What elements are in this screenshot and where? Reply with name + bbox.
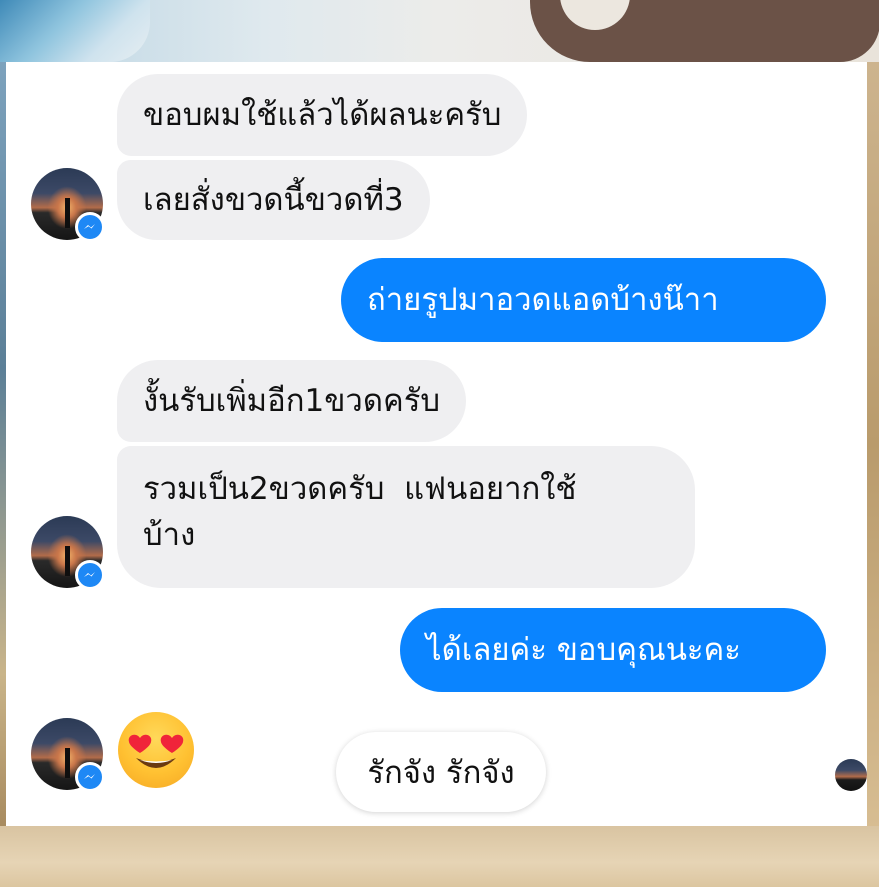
message-text-line: บ้าง — [143, 517, 196, 553]
message-bubble-incoming[interactable]: งั้นรับเพิ่มอีก1ขวดครับ — [117, 360, 467, 442]
message-bubble-incoming[interactable]: รวมเป็น2ขวดครับ แฟนอยากใช้ บ้าง — [117, 446, 695, 588]
message-text: งั้นรับเพิ่มอีก1ขวดครับ — [143, 383, 441, 419]
message-bubble-outgoing[interactable]: ถ่ายรูปมาอวดแอดบ้างน๊าา — [341, 258, 826, 342]
chat-conversation: ขอบผมใช้แล้วได้ผลนะครับ เลยสั่งขวดนี้ขวด… — [6, 62, 867, 826]
message-bubble-incoming[interactable]: ขอบผมใช้แล้วได้ผลนะครับ — [117, 74, 528, 156]
messenger-icon — [75, 762, 105, 792]
heart-eyes-emoji-face — [128, 734, 184, 768]
message-text-line: รวมเป็น2ขวดครับ แฟนอยากใช้ — [143, 471, 577, 507]
message-bubble-outgoing[interactable]: ได้เลยค่ะ ขอบคุณนะคะ — [400, 608, 826, 692]
messenger-icon — [75, 560, 105, 590]
message-text: ขอบผมใช้แล้วได้ผลนะครับ — [143, 97, 502, 133]
message-bubble-incoming[interactable]: เลยสั่งขวดนี้ขวดที่3 — [117, 160, 430, 240]
heart-eyes-emoji[interactable] — [118, 712, 194, 788]
messenger-icon — [75, 212, 105, 242]
message-text: รักจัง รักจัง — [367, 755, 515, 791]
avatar-photo-detail — [65, 546, 70, 576]
message-text: ได้เลยค่ะ ขอบคุณนะคะ — [426, 632, 741, 668]
read-receipt-avatar — [835, 759, 867, 791]
avatar-photo-detail — [65, 198, 70, 228]
message-text: ถ่ายรูปมาอวดแอดบ้างน๊าา — [367, 282, 719, 318]
avatar-photo-detail — [65, 748, 70, 778]
background-bottle — [0, 0, 150, 62]
background-right-edge — [867, 62, 879, 827]
message-bubble-incoming[interactable]: รักจัง รักจัง — [336, 732, 546, 812]
background-table-surface — [0, 826, 879, 887]
message-text: เลยสั่งขวดนี้ขวดที่3 — [143, 182, 404, 218]
